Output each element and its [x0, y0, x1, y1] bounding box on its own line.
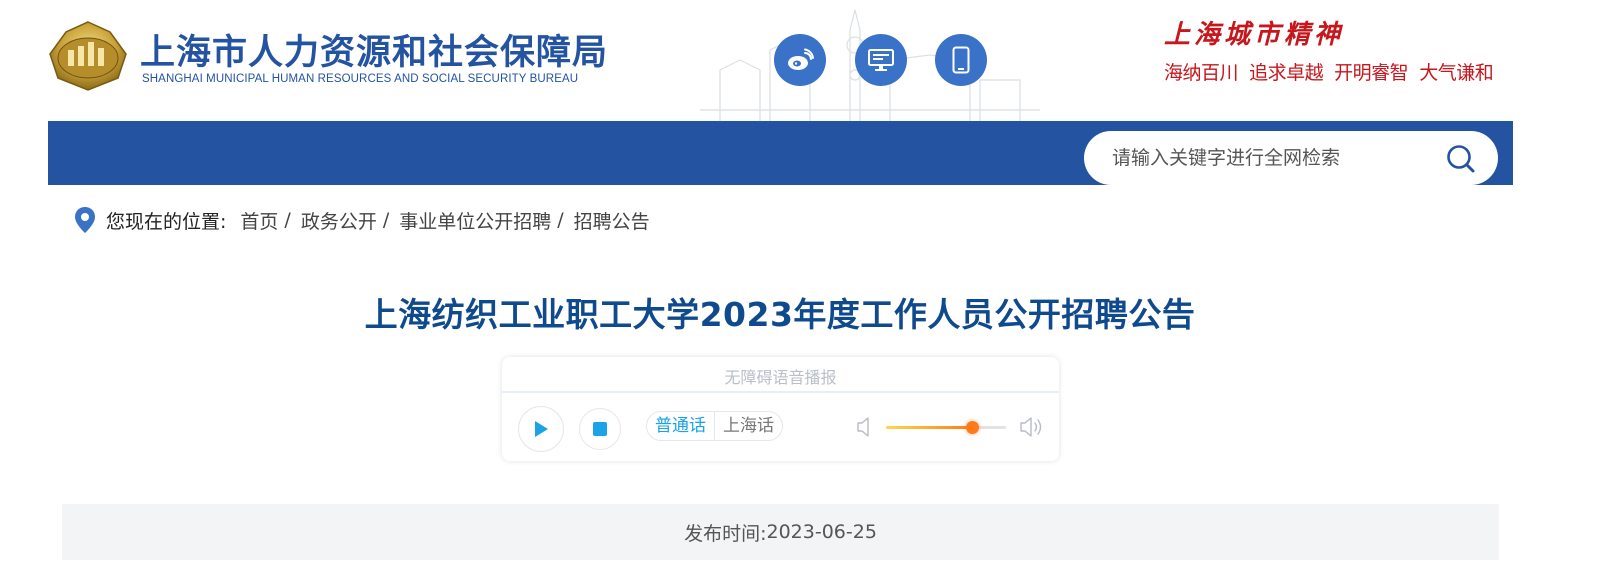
article-title: 上海纺织工业职工大学2023年度工作人员公开招聘公告	[364, 295, 1196, 334]
stop-icon	[593, 422, 607, 436]
search-box	[1084, 131, 1498, 185]
publish-label: 发布时间:	[684, 522, 767, 545]
breadcrumb-item-announcement[interactable]: 招聘公告	[574, 207, 650, 234]
lang-option-shanghainese[interactable]: 上海话	[714, 412, 782, 440]
search-input[interactable]	[1112, 143, 1432, 173]
volume-high-icon[interactable]	[1019, 415, 1043, 439]
breadcrumb-label: 您现在的位置:	[106, 210, 227, 233]
accessibility-audio-player: 无障碍语音播报 普通话 上海话	[502, 357, 1059, 461]
site-subtitle: SHANGHAI MUNICIPAL HUMAN RESOURCES AND S…	[142, 73, 579, 85]
site-title[interactable]: 上海市人力资源和社会保障局	[140, 24, 608, 75]
volume-slider[interactable]	[886, 421, 1006, 434]
volume-low-icon[interactable]	[856, 416, 872, 438]
mobile-button[interactable]	[935, 34, 987, 86]
volume-slider-fill	[886, 426, 972, 429]
weibo-icon	[788, 48, 814, 70]
bureau-emblem-icon[interactable]	[48, 20, 128, 92]
lang-option-mandarin[interactable]: 普通话	[647, 412, 714, 440]
desktop-button[interactable]	[855, 34, 907, 86]
stop-button[interactable]	[579, 408, 621, 450]
main-nav-bar	[48, 121, 1513, 185]
mobile-icon	[952, 46, 970, 74]
play-button[interactable]	[518, 406, 564, 452]
breadcrumb-separator: /	[557, 209, 564, 231]
play-icon	[535, 421, 548, 437]
publish-info-bar: 发布时间: 2023-06-25	[62, 504, 1499, 560]
breadcrumb-item-home[interactable]: 首页	[240, 207, 278, 234]
breadcrumb-item-recruitment[interactable]: 事业单位公开招聘	[399, 207, 551, 234]
publish-date: 2023-06-25	[766, 521, 877, 543]
weibo-button[interactable]	[774, 34, 826, 86]
player-progress-bar[interactable]	[502, 391, 1059, 393]
breadcrumb-separator: /	[382, 209, 390, 231]
volume-slider-handle[interactable]	[966, 421, 979, 434]
player-title: 无障碍语音播报	[724, 368, 837, 387]
desktop-icon	[868, 49, 894, 71]
location-pin-icon	[75, 207, 95, 233]
breadcrumb: 您现在的位置: 首页 / 政务公开 / 事业单位公开招聘 / 招聘公告	[74, 205, 650, 235]
dialect-toggle: 普通话 上海话	[646, 411, 783, 441]
search-icon[interactable]	[1446, 144, 1476, 174]
breadcrumb-item-gov-affairs[interactable]: 政务公开	[301, 207, 377, 234]
city-spirit-title: 上海城市精神	[1164, 20, 1345, 50]
city-spirit-motto: 海纳百川 追求卓越 开明睿智 大气谦和	[1164, 62, 1494, 84]
breadcrumb-separator: /	[284, 209, 291, 231]
site-header: 上海市人力资源和社会保障局 SHANGHAI MUNICIPAL HUMAN R…	[0, 0, 1605, 121]
